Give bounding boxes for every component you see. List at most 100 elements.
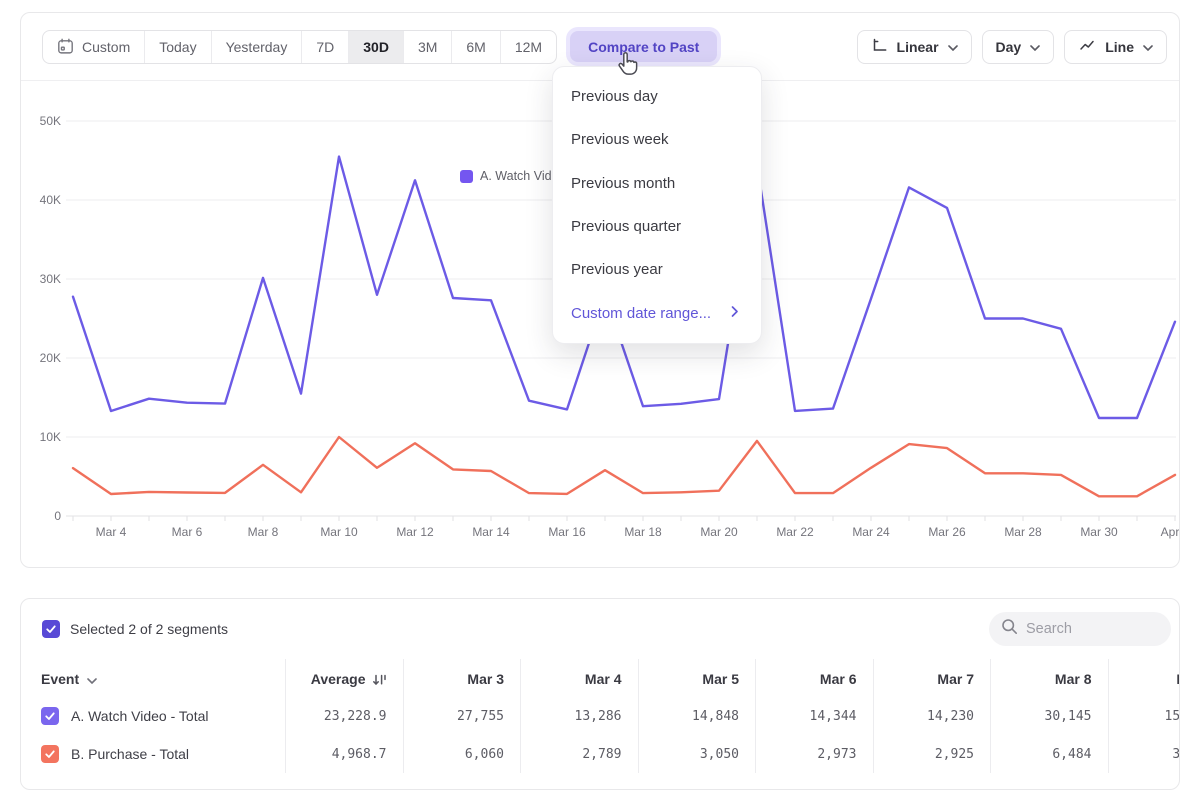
compare-to-past-button[interactable]: Compare to Past xyxy=(570,31,717,62)
table-cell-value: 3,050 xyxy=(638,735,756,773)
search-icon xyxy=(1001,618,1018,640)
svg-text:Mar 14: Mar 14 xyxy=(472,525,510,539)
chart-legend[interactable]: A. Watch Video xyxy=(460,169,565,183)
svg-text:20K: 20K xyxy=(40,351,61,365)
svg-text:0: 0 xyxy=(54,509,61,523)
segments-card: Selected 2 of 2 segments Event Average Mar… xyxy=(20,598,1180,790)
svg-text:30K: 30K xyxy=(40,272,61,286)
chevron-down-icon xyxy=(1143,45,1153,51)
table-cell-value: 30,145 xyxy=(990,697,1108,735)
line-chart-icon xyxy=(1078,37,1096,56)
column-header-date[interactable]: Mar 3 xyxy=(403,659,521,699)
svg-text:Mar 8: Mar 8 xyxy=(248,525,279,539)
date-range-label: Yesterday xyxy=(226,39,288,55)
row-checkbox[interactable] xyxy=(41,707,59,725)
selected-segments-label: Selected 2 of 2 segments xyxy=(70,621,228,637)
table-cell-value: 6,060 xyxy=(403,735,521,773)
row-checkbox[interactable] xyxy=(41,745,59,763)
menu-item-previous-year[interactable]: Previous year xyxy=(553,248,761,291)
date-range-label: 6M xyxy=(466,39,485,55)
svg-text:Apr 1: Apr 1 xyxy=(1161,525,1179,539)
average-value: 4,968.7 xyxy=(285,735,403,773)
chevron-right-icon xyxy=(731,305,739,322)
scale-label: Linear xyxy=(897,39,939,55)
svg-text:Mar 16: Mar 16 xyxy=(548,525,586,539)
menu-item-previous-day[interactable]: Previous day xyxy=(553,75,761,118)
table-cell-value: 2,789 xyxy=(520,735,638,773)
column-header-date[interactable]: Mar 5 xyxy=(638,659,756,699)
column-header-date[interactable]: Mar 4 xyxy=(520,659,638,699)
svg-text:Mar 6: Mar 6 xyxy=(172,525,203,539)
date-range-label: 7D xyxy=(316,39,334,55)
date-range-custom[interactable]: Custom xyxy=(43,31,144,63)
table-cell-value: 14,344 xyxy=(755,697,873,735)
date-range-control: Custom Today Yesterday 7D 30D 3M 6M 12M xyxy=(42,30,557,64)
chevron-down-icon xyxy=(948,45,958,51)
menu-item-previous-quarter[interactable]: Previous quarter xyxy=(553,205,761,248)
svg-text:Mar 12: Mar 12 xyxy=(396,525,434,539)
date-range-6m[interactable]: 6M xyxy=(451,31,499,63)
calendar-icon xyxy=(57,38,74,55)
chevron-down-icon xyxy=(87,678,97,684)
scale-dropdown[interactable]: Linear xyxy=(857,30,972,64)
table-cell-value: 2,925 xyxy=(873,735,991,773)
svg-text:50K: 50K xyxy=(40,114,61,128)
search-box[interactable] xyxy=(989,612,1171,646)
table-row-label: A. Watch Video - Total xyxy=(41,697,285,735)
search-input[interactable] xyxy=(1026,621,1146,637)
linear-scale-icon xyxy=(871,37,888,56)
select-all-checkbox[interactable] xyxy=(42,620,60,638)
date-range-yesterday[interactable]: Yesterday xyxy=(211,31,302,63)
event-header-label: Event xyxy=(41,671,79,687)
average-value: 23,228.9 xyxy=(285,697,403,735)
date-range-label: 3M xyxy=(418,39,437,55)
svg-text:Mar 24: Mar 24 xyxy=(852,525,890,539)
table-cell-value: 14,230 xyxy=(873,697,991,735)
column-header-event[interactable]: Event xyxy=(41,659,285,699)
table-cell-value: 15, xyxy=(1108,697,1181,735)
menu-item-custom-date-range[interactable]: Custom date range... xyxy=(553,291,761,334)
svg-text:Mar 18: Mar 18 xyxy=(624,525,662,539)
svg-text:10K: 10K xyxy=(40,430,61,444)
menu-item-previous-week[interactable]: Previous week xyxy=(553,118,761,161)
svg-text:Mar 22: Mar 22 xyxy=(776,525,814,539)
segment-name: A. Watch Video - Total xyxy=(71,708,208,724)
legend-swatch xyxy=(460,170,473,183)
date-range-label: Custom xyxy=(82,39,130,55)
table-cell-value: 6,484 xyxy=(990,735,1108,773)
sort-descending-icon xyxy=(372,673,387,687)
toolbar-right: Linear Day Line xyxy=(857,30,1167,64)
table-cell-value: 14,848 xyxy=(638,697,756,735)
column-header-date[interactable]: Mar 8 xyxy=(990,659,1108,699)
granularity-dropdown[interactable]: Day xyxy=(982,30,1055,64)
column-header-average[interactable]: Average xyxy=(285,659,403,699)
date-range-label: 30D xyxy=(363,39,389,55)
chart-type-dropdown[interactable]: Line xyxy=(1064,30,1167,64)
date-range-label: 12M xyxy=(515,39,542,55)
date-range-today[interactable]: Today xyxy=(144,31,210,63)
chart-type-label: Line xyxy=(1105,39,1134,55)
svg-text:Mar 30: Mar 30 xyxy=(1080,525,1118,539)
date-range-12m[interactable]: 12M xyxy=(500,31,556,63)
segments-header: Selected 2 of 2 segments xyxy=(21,599,1179,659)
segments-table: Event Average Mar 3Mar 4Mar 5Mar 6Mar 7Mar… xyxy=(41,659,1180,773)
column-header-date[interactable]: M xyxy=(1108,659,1181,699)
check-icon xyxy=(45,623,57,635)
compare-to-past-menu: Previous dayPrevious weekPrevious monthP… xyxy=(552,66,762,344)
svg-text:Mar 10: Mar 10 xyxy=(320,525,358,539)
svg-text:40K: 40K xyxy=(40,193,61,207)
table-cell-value: 2,973 xyxy=(755,735,873,773)
average-header-label: Average xyxy=(311,671,366,687)
menu-item-previous-month[interactable]: Previous month xyxy=(553,162,761,205)
date-range-3m[interactable]: 3M xyxy=(403,31,451,63)
granularity-label: Day xyxy=(996,39,1022,55)
svg-text:Mar 20: Mar 20 xyxy=(700,525,738,539)
table-row-label: B. Purchase - Total xyxy=(41,735,285,773)
svg-text:Mar 26: Mar 26 xyxy=(928,525,966,539)
chevron-down-icon xyxy=(1030,45,1040,51)
date-range-7d[interactable]: 7D xyxy=(301,31,348,63)
table-cell-value: 27,755 xyxy=(403,697,521,735)
date-range-30d[interactable]: 30D xyxy=(348,31,403,63)
column-header-date[interactable]: Mar 6 xyxy=(755,659,873,699)
column-header-date[interactable]: Mar 7 xyxy=(873,659,991,699)
